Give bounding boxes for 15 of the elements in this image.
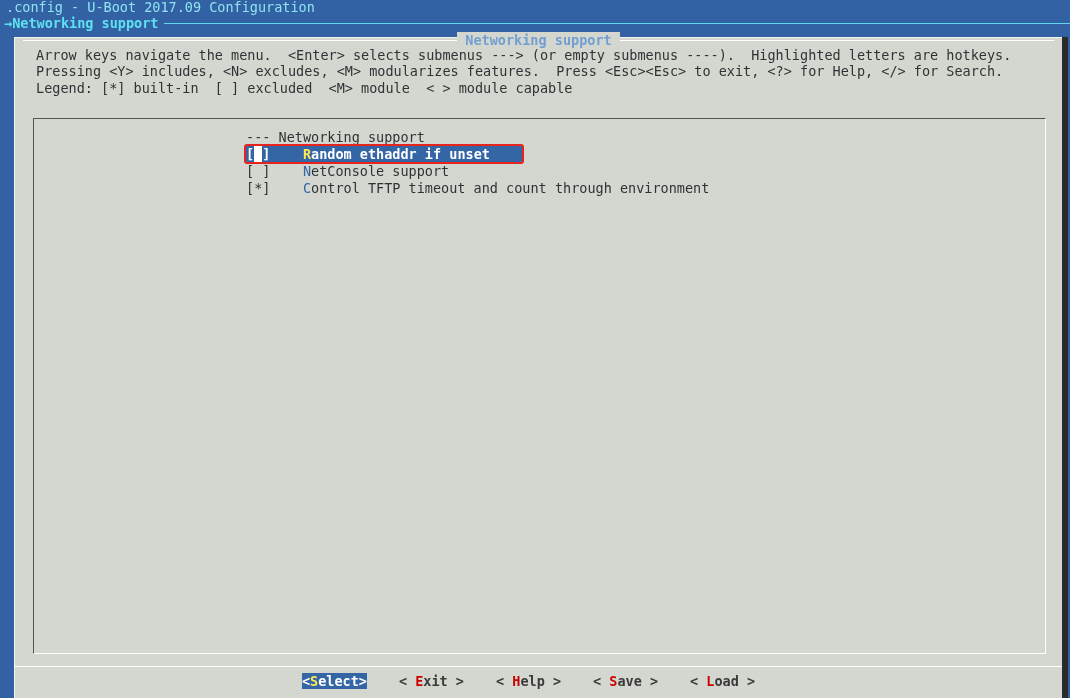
help-text: Pressing <Y> includes, <N> excludes, <M> modularizes features. Press <Esc><Esc> to exit, <?> for Help, </> for Search. [36,63,1005,80]
menu-header: --- Networking support [246,128,425,145]
breadcrumb: →Networking support [4,14,159,32]
dialog-button[interactable]: < Exit > [398,673,464,690]
dialog-title: Networking support [457,32,620,49]
menu-item[interactable]: [ ] Random ethaddr if unset [246,145,522,162]
dialog-button[interactable]: < Save > [593,673,659,690]
menu-item[interactable]: [*] Control TFTP timeout and count through environment [246,179,710,196]
menu-item[interactable]: [ ] NetConsole support [246,162,450,179]
dialog-button[interactable]: <Select> [301,673,367,690]
dialog-button[interactable]: < Load > [690,673,756,690]
help-text: Legend: [*] built-in [ ] excluded <M> module < > module capable [36,79,574,97]
dialog-button[interactable]: < Help > [496,673,562,690]
help-text: Arrow keys navigate the menu. <Enter> selects submenus ---> (or empty submenus ----). Highlighted letters are hotkeys. [36,47,1013,64]
window-title: .config - U-Boot 2017.09 Configuration [6,0,315,15]
